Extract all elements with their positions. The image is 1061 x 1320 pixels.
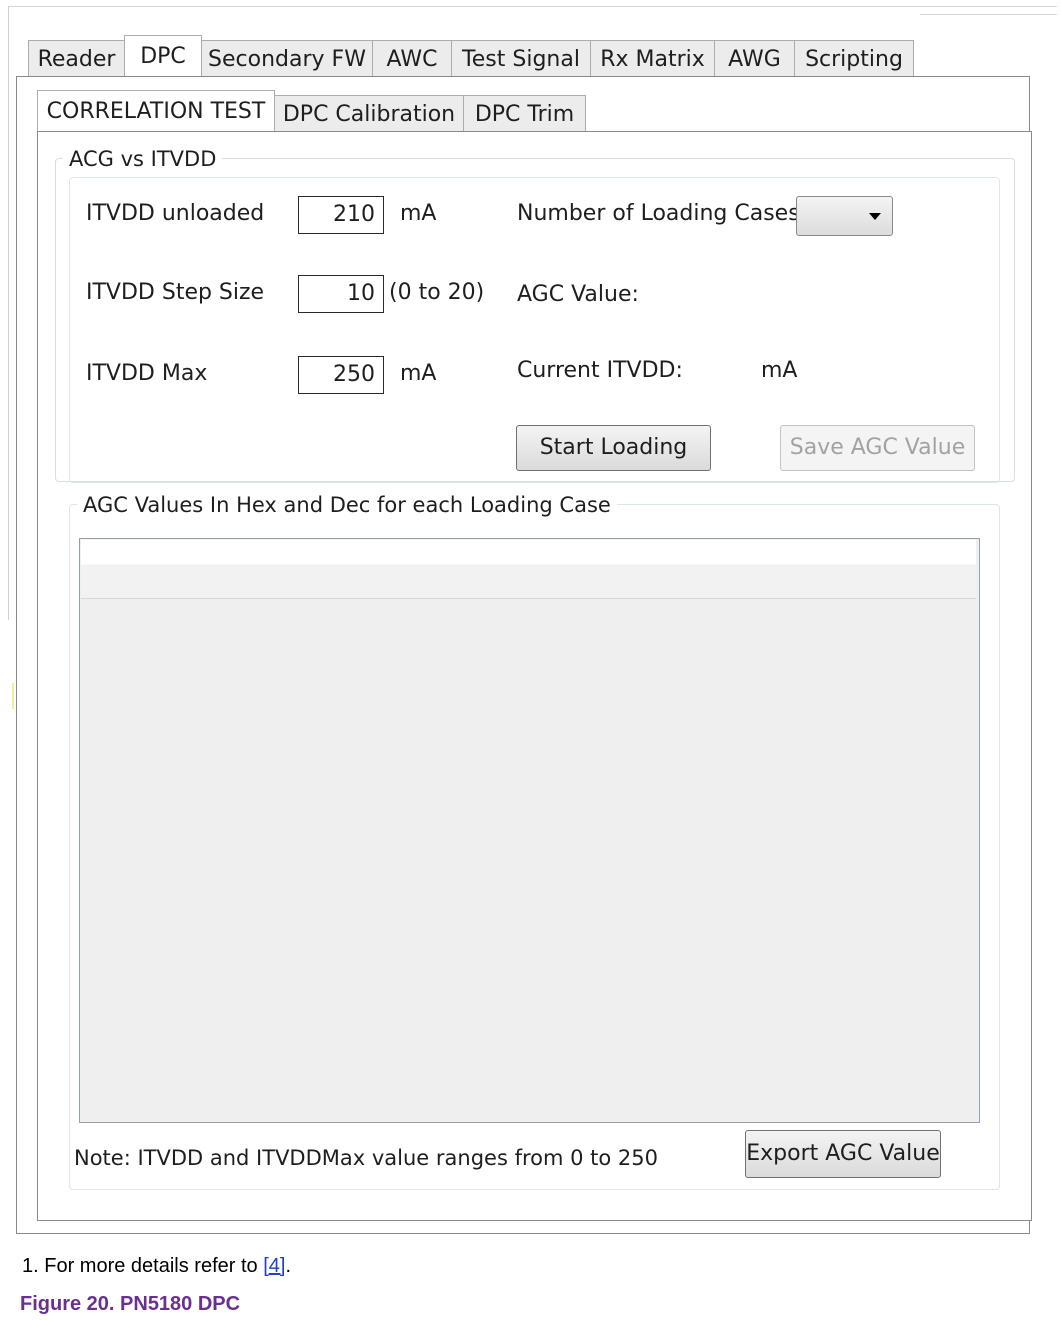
tab-awg[interactable]: AWG: [714, 40, 795, 78]
agc-values-title: AGC Values In Hex and Dec for each Loadi…: [77, 492, 617, 518]
save-agc-value-button[interactable]: Save AGC Value: [780, 425, 975, 471]
footnote-suffix: .: [285, 1255, 292, 1277]
chevron-down-icon: [869, 213, 881, 220]
itvdd-unloaded-unit: mA: [400, 201, 437, 226]
footnote: 1. For more details refer to [4].: [22, 1253, 291, 1279]
edge-marker: [12, 683, 14, 709]
tab-correlation-test[interactable]: CORRELATION TEST: [37, 90, 275, 132]
tab-awc[interactable]: AWC: [372, 40, 452, 78]
acg-vs-itvdd-title: ACG vs ITVDD: [63, 146, 223, 172]
tab-secondary-fw[interactable]: Secondary FW: [201, 40, 373, 78]
tab-rx-matrix[interactable]: Rx Matrix: [590, 40, 715, 78]
window-left-border: [8, 6, 9, 620]
itvdd-step-size-label: ITVDD Step Size: [86, 280, 265, 305]
agc-values-list-header: [81, 540, 976, 599]
current-itvdd-label: Current ITVDD:: [517, 358, 683, 383]
current-itvdd-unit: mA: [761, 358, 798, 383]
tab-dpc[interactable]: DPC: [124, 35, 202, 78]
agc-values-list[interactable]: [79, 538, 980, 1123]
itvdd-max-label: ITVDD Max: [86, 361, 208, 386]
itvdd-unloaded-label: ITVDD unloaded: [86, 201, 265, 226]
window-top-border-right: [920, 14, 1057, 15]
tab-test-signal[interactable]: Test Signal: [451, 40, 591, 78]
itvdd-unloaded-field[interactable]: 210: [298, 196, 384, 234]
tab-dpc-trim[interactable]: DPC Trim: [463, 95, 586, 133]
window-top-border: [8, 6, 1057, 7]
footnote-reference-link[interactable]: [4]: [263, 1255, 285, 1277]
itvdd-max-unit: mA: [400, 361, 437, 386]
figure-caption: Figure 20. PN5180 DPC: [20, 1293, 241, 1315]
export-agc-value-button[interactable]: Export AGC Value: [745, 1130, 941, 1178]
itvdd-range-note: Note: ITVDD and ITVDDMax value ranges fr…: [74, 1146, 659, 1170]
start-loading-button[interactable]: Start Loading: [516, 425, 711, 471]
loading-cases-dropdown[interactable]: [796, 196, 893, 236]
itvdd-step-size-range: (0 to 20): [389, 280, 485, 305]
tab-dpc-calibration[interactable]: DPC Calibration: [274, 95, 464, 133]
itvdd-max-field[interactable]: 250: [298, 356, 384, 394]
agc-value-label: AGC Value:: [517, 282, 639, 307]
tab-reader[interactable]: Reader: [28, 40, 125, 78]
tab-scripting[interactable]: Scripting: [794, 40, 914, 78]
loading-cases-label: Number of Loading Cases: [517, 201, 800, 226]
footnote-text: 1. For more details refer to: [22, 1255, 264, 1277]
itvdd-step-size-field[interactable]: 10: [298, 275, 384, 313]
